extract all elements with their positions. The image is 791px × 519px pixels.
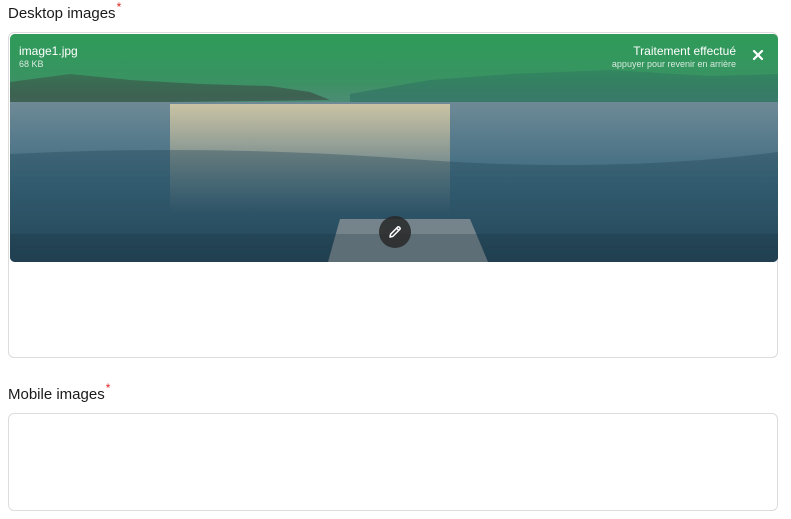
desktop-images-label-text: Desktop images bbox=[8, 5, 116, 22]
status-undo-hint[interactable]: appuyer pour revenir en arrière bbox=[612, 59, 736, 69]
processing-status[interactable]: Traitement effectué appuyer pour revenir… bbox=[612, 44, 736, 69]
image-upload-form: Desktop images* image1.jpg 68 KB Traitem… bbox=[0, 0, 791, 519]
status-title: Traitement effectué bbox=[633, 44, 736, 58]
required-marker: * bbox=[105, 381, 111, 395]
desktop-images-dropzone[interactable]: image1.jpg 68 KB Traitement effectué app… bbox=[8, 32, 778, 358]
mobile-images-label-text: Mobile images bbox=[8, 386, 105, 403]
pencil-icon bbox=[389, 226, 401, 238]
edit-image-button[interactable] bbox=[379, 216, 411, 248]
remove-file-button[interactable] bbox=[750, 47, 766, 63]
required-marker: * bbox=[116, 0, 122, 14]
file-size: 68 KB bbox=[19, 59, 44, 69]
mobile-images-label: Mobile images* bbox=[8, 381, 110, 404]
file-info: image1.jpg 68 KB bbox=[19, 44, 78, 69]
mobile-images-dropzone[interactable] bbox=[8, 413, 778, 511]
close-icon bbox=[752, 49, 764, 61]
desktop-images-label: Desktop images* bbox=[8, 0, 121, 23]
file-name: image1.jpg bbox=[19, 44, 78, 58]
uploaded-image-preview[interactable]: image1.jpg 68 KB Traitement effectué app… bbox=[10, 34, 778, 262]
